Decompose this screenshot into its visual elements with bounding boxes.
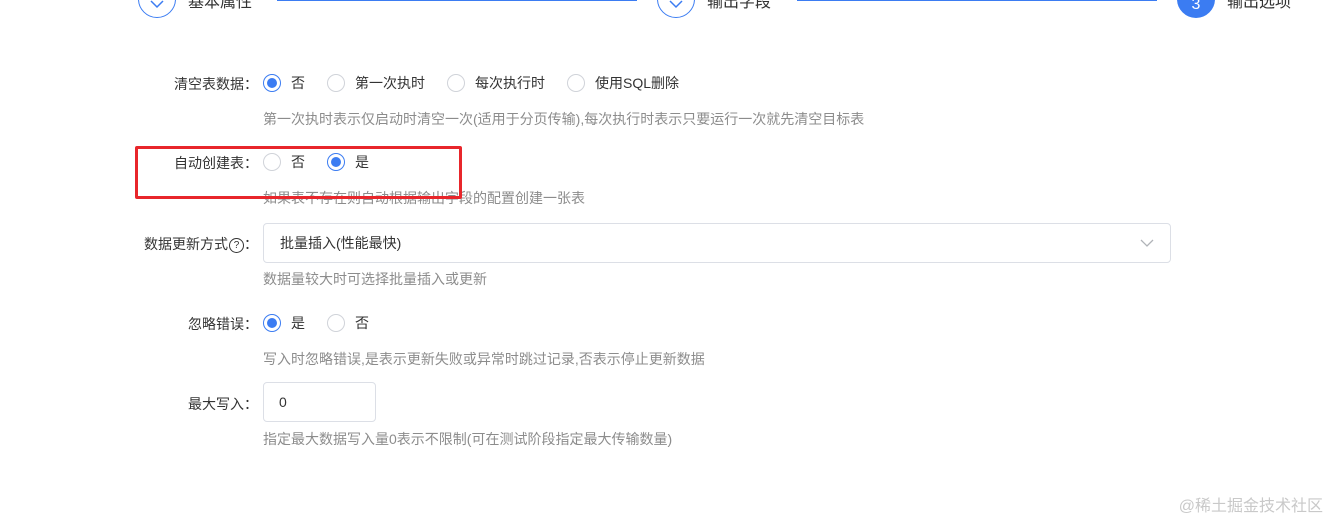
clear-table-option-no[interactable]: 否: [263, 73, 305, 93]
radio-unchecked-icon[interactable]: [327, 74, 345, 92]
update-mode-label-text: 数据更新方式: [144, 236, 228, 252]
update-mode-colon: ：: [244, 236, 258, 252]
max-write-input[interactable]: [263, 382, 376, 422]
step-3-number-text: 3: [1191, 0, 1201, 13]
step-1-check-icon[interactable]: [138, 0, 176, 18]
option-label: 使用SQL删除: [595, 75, 680, 91]
step-2-title[interactable]: 输出字段: [707, 0, 771, 12]
ignore-errors-option-no[interactable]: 否: [327, 313, 369, 333]
radio-checked-icon[interactable]: [263, 74, 281, 92]
ignore-errors-help: 写入时忽略错误,是表示更新失败或异常时跳过记录,否表示停止更新数据: [263, 351, 705, 367]
chevron-down-icon: [1140, 239, 1154, 247]
option-label: 否: [291, 75, 305, 91]
radio-unchecked-icon[interactable]: [567, 74, 585, 92]
ignore-errors-option-yes[interactable]: 是: [263, 313, 305, 333]
clear-table-option-first-run[interactable]: 第一次执时: [327, 73, 425, 93]
clear-table-option-every-run[interactable]: 每次执行时: [447, 73, 545, 93]
max-write-help: 指定最大数据写入量0表示不限制(可在测试阶段指定最大传输数量): [263, 431, 673, 447]
ignore-errors-label: 忽略错误：: [188, 316, 258, 332]
radio-unchecked-icon[interactable]: [447, 74, 465, 92]
clear-table-label: 清空表数据：: [174, 76, 258, 92]
update-mode-select[interactable]: 批量插入(性能最快): [263, 223, 1171, 263]
clear-table-help: 第一次执时表示仅启动时清空一次(适用于分页传输),每次执行时表示只要运行一次就先…: [263, 111, 865, 127]
update-mode-help: 数据量较大时可选择批量插入或更新: [263, 271, 487, 287]
option-label: 每次执行时: [475, 75, 545, 91]
highlight-annotation-box: [135, 146, 462, 199]
max-write-label: 最大写入：: [188, 396, 258, 412]
step-1-title[interactable]: 基本属性: [188, 0, 252, 12]
option-label: 否: [355, 315, 369, 331]
clear-table-radio-group: 否 第一次执时 每次执行时 使用SQL删除: [263, 73, 701, 93]
step-2-connector: [797, 0, 1157, 1]
steps-header: 基本属性 输出字段 3 输出选项: [0, 0, 1329, 30]
radio-checked-icon[interactable]: [263, 314, 281, 332]
help-question-icon[interactable]: ?: [229, 238, 244, 253]
step-2-check-icon[interactable]: [657, 0, 695, 18]
step-1-connector: [277, 0, 637, 1]
watermark: @稀土掘金技术社区: [1178, 498, 1323, 515]
option-label: 第一次执时: [355, 75, 425, 91]
option-label: 是: [291, 315, 305, 331]
update-mode-label: 数据更新方式?：: [144, 234, 258, 254]
clear-table-option-sql-delete[interactable]: 使用SQL删除: [567, 73, 679, 93]
ignore-errors-radio-group: 是 否: [263, 313, 391, 333]
step-3-title[interactable]: 输出选项: [1227, 0, 1291, 12]
step-3-number[interactable]: 3: [1177, 0, 1215, 18]
update-mode-selected-value: 批量插入(性能最快): [280, 235, 402, 251]
radio-unchecked-icon[interactable]: [327, 314, 345, 332]
